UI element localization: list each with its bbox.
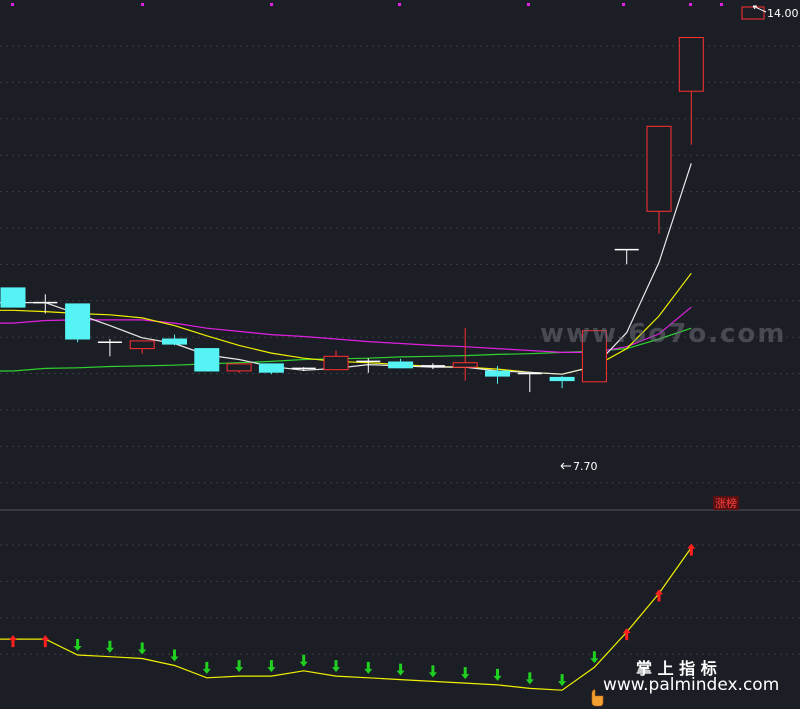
top-marker-dot: [622, 3, 625, 6]
top-marker-dot: [689, 3, 692, 6]
bottom-watermark-url: www.palmindex.com: [603, 675, 779, 695]
candle: [258, 363, 284, 375]
top-marker-dot: [270, 3, 273, 6]
candle-body: [323, 355, 349, 371]
candle-body: [226, 363, 252, 372]
candle-body: [258, 363, 284, 373]
candle-body: [129, 340, 155, 350]
candle-body: [388, 361, 414, 369]
low-price-label: 7.70: [573, 460, 598, 473]
high-price-label: 14.00: [767, 7, 799, 20]
chart-background: [0, 0, 800, 709]
candle-body: [646, 125, 672, 212]
candle: [65, 303, 91, 343]
candle-body: [194, 348, 220, 372]
candle-body: [485, 370, 510, 377]
candle-body: [65, 303, 91, 340]
candle: [194, 348, 220, 372]
top-marker-dot: [527, 3, 530, 6]
top-watermark: www.6o7o.com: [540, 319, 786, 349]
candle: [0, 287, 26, 308]
candle-body: [678, 37, 704, 92]
top-marker-dot: [141, 3, 144, 6]
limit-up-tag: 涨榜: [715, 496, 737, 510]
top-marker-dot: [398, 3, 401, 6]
candle-body: [0, 287, 26, 308]
stock-chart: www.6o7o.com 14.00 7.70 涨榜 掌 上 指 标 www.p…: [0, 0, 800, 709]
candle-body: [452, 362, 478, 368]
top-marker-dot: [720, 3, 723, 6]
top-marker-dot: [11, 3, 14, 6]
candle-body: [162, 338, 187, 345]
candle-body: [549, 376, 575, 382]
